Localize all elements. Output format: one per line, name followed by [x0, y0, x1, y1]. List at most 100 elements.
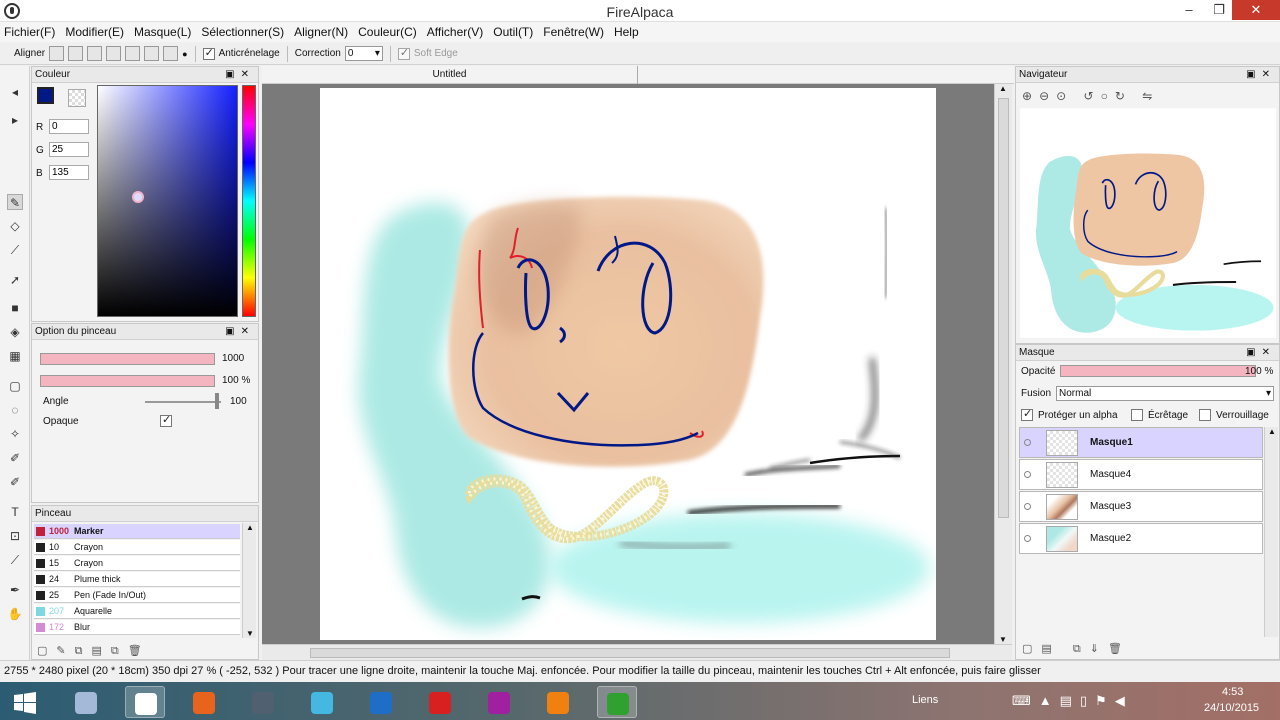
- visibility-eye-icon[interactable]: [1024, 535, 1031, 542]
- align-lines-icon[interactable]: [106, 46, 122, 61]
- menu-edit[interactable]: Modifier(E): [65, 25, 124, 39]
- canvas-area[interactable]: [262, 84, 994, 644]
- brush-list-scrollbar[interactable]: ▲ ▼: [242, 523, 256, 638]
- rotate-right-icon[interactable]: ↻: [1115, 89, 1132, 103]
- align-dots-icon[interactable]: [87, 46, 103, 61]
- lock-checkbox[interactable]: [1199, 409, 1211, 421]
- delete-layer-icon[interactable]: 🗑: [1108, 643, 1131, 655]
- brush-opacity-slider[interactable]: [40, 375, 215, 387]
- scroll-up-icon[interactable]: ▲: [246, 523, 254, 532]
- brush-item[interactable]: 24 Plume thick: [34, 572, 240, 587]
- new-brush-icon[interactable]: ▢: [37, 645, 56, 657]
- eraser-tool-icon[interactable]: ◇: [7, 218, 23, 234]
- b-input[interactable]: [49, 165, 89, 180]
- g-input[interactable]: [49, 142, 89, 157]
- foreground-color-swatch[interactable]: [37, 87, 54, 104]
- opaque-checkbox[interactable]: [160, 413, 172, 427]
- media-app-taskbar-button[interactable]: [420, 686, 460, 718]
- horizontal-scroll-thumb[interactable]: [310, 648, 950, 658]
- layer-opacity-value[interactable]: 100 %: [1245, 366, 1273, 377]
- tray-icons[interactable]: ⌨▲▤▯⚑◀: [1012, 693, 1133, 709]
- duplicate-layer-icon[interactable]: ⧉: [1073, 643, 1090, 655]
- skype-app-taskbar-button[interactable]: [302, 686, 342, 718]
- select-eraser-tool-icon[interactable]: ✐: [7, 474, 23, 490]
- minimize-button[interactable]: –: [1174, 0, 1204, 20]
- saturation-value-picker[interactable]: [97, 85, 238, 317]
- align-grid-icon[interactable]: [68, 46, 84, 61]
- brush-size-value[interactable]: 1000: [222, 353, 244, 364]
- menu-align[interactable]: Aligner(N): [294, 25, 348, 39]
- scroll-down-icon[interactable]: ▼: [999, 635, 1007, 644]
- brush-size-slider[interactable]: [40, 353, 215, 365]
- new-folder-icon[interactable]: ▤: [1041, 643, 1060, 655]
- bucket-tool-icon[interactable]: ◈: [7, 324, 23, 340]
- close-button[interactable]: ✕: [1232, 0, 1280, 20]
- canvas-horizontal-scrollbar[interactable]: [262, 644, 1012, 660]
- alpaca-app-taskbar-button[interactable]: [125, 686, 165, 718]
- duplicate-brush-icon[interactable]: ⧉: [75, 645, 92, 657]
- layer-row-masque1[interactable]: Masque1: [1019, 427, 1263, 458]
- brush-item[interactable]: 172 Blur: [34, 620, 240, 635]
- panel-float-close-icons[interactable]: ▣✕: [225, 67, 255, 83]
- zoom-in-icon[interactable]: ⊕: [1022, 89, 1039, 103]
- merge-down-icon[interactable]: ⇓: [1090, 643, 1108, 655]
- brush-item[interactable]: 1000 Marker: [34, 524, 240, 539]
- start-button[interactable]: [4, 686, 44, 718]
- brush-item[interactable]: 207 Aquarelle: [34, 604, 240, 619]
- antialias-checkbox[interactable]: [202, 46, 215, 60]
- move-tool-icon[interactable]: ➚: [7, 272, 23, 288]
- align-radial-icon[interactable]: [125, 46, 141, 61]
- align-none-icon[interactable]: [49, 46, 65, 61]
- layer-row-masque3[interactable]: Masque3: [1019, 491, 1263, 522]
- links-toolbar-label[interactable]: Liens: [912, 694, 938, 706]
- vlc-app-taskbar-button[interactable]: [538, 686, 578, 718]
- visibility-eye-icon[interactable]: [1024, 471, 1031, 478]
- pyramid-app-taskbar-button[interactable]: [66, 686, 106, 718]
- layer-opacity-slider[interactable]: [1060, 365, 1256, 377]
- frame-tool-icon[interactable]: ⊡: [7, 528, 23, 544]
- angle-value[interactable]: 100: [230, 396, 247, 407]
- import-brush-icon[interactable]: ⧉: [111, 645, 128, 657]
- brush-item[interactable]: 10 Crayon: [34, 540, 240, 555]
- clock-time[interactable]: 4:53: [1222, 686, 1243, 698]
- rotate-left-icon[interactable]: ↺: [1084, 89, 1101, 103]
- ie-app-taskbar-button[interactable]: [361, 686, 401, 718]
- menu-select[interactable]: Sélectionner(S): [201, 25, 284, 39]
- delete-brush-icon[interactable]: 🗑: [128, 645, 151, 657]
- select-pen-tool-icon[interactable]: ✐: [7, 450, 23, 466]
- menu-help[interactable]: Help: [614, 25, 639, 39]
- canvas-vertical-scrollbar[interactable]: ▲ ▼: [994, 84, 1012, 644]
- hand-tool-icon[interactable]: ✋: [7, 606, 23, 622]
- rotate-reset-icon[interactable]: ○: [1101, 89, 1115, 103]
- menu-color[interactable]: Couleur(C): [358, 25, 417, 39]
- gradient-tool-icon[interactable]: ▦: [7, 348, 23, 364]
- scroll-up-icon[interactable]: ▲: [1268, 427, 1276, 436]
- clipping-checkbox[interactable]: [1131, 409, 1143, 421]
- zoom-fit-icon[interactable]: ⊙: [1056, 89, 1073, 103]
- brush-item[interactable]: 15 Crayon: [34, 556, 240, 571]
- expand-right-icon[interactable]: ▸: [7, 112, 23, 128]
- eyedropper-tool-icon[interactable]: ⟋: [7, 552, 23, 568]
- lasso-tool-icon[interactable]: ◌: [7, 402, 23, 418]
- layer-list-scrollbar[interactable]: ▲: [1264, 427, 1278, 637]
- menu-file[interactable]: Fichier(F): [4, 25, 55, 39]
- panel-float-close-icons[interactable]: ▣✕: [1246, 345, 1276, 361]
- edit-brush-icon[interactable]: ✎: [56, 645, 74, 657]
- vertical-scroll-thumb[interactable]: [998, 98, 1009, 518]
- background-color-swatch[interactable]: [68, 89, 86, 107]
- blend-mode-dropdown[interactable]: Normal ▾: [1056, 386, 1274, 401]
- softedge-checkbox[interactable]: [397, 46, 410, 60]
- clock-date[interactable]: 24/10/2015: [1204, 702, 1259, 714]
- align-curve-icon[interactable]: [163, 46, 179, 61]
- select-tool-icon[interactable]: ▢: [7, 378, 23, 394]
- menu-tool[interactable]: Outil(T): [493, 25, 533, 39]
- align-concentric-icon[interactable]: [144, 46, 160, 61]
- dot-tool-icon[interactable]: ⟋: [7, 242, 23, 258]
- visibility-eye-icon[interactable]: [1024, 503, 1031, 510]
- angle-slider-knob[interactable]: [215, 393, 219, 409]
- scanner-app-taskbar-button[interactable]: [243, 686, 283, 718]
- magic-wand-tool-icon[interactable]: ✧: [7, 426, 23, 442]
- panel-float-close-icons[interactable]: ▣✕: [1246, 67, 1276, 83]
- text-tool-icon[interactable]: T: [7, 504, 23, 520]
- drawing-canvas[interactable]: [320, 88, 936, 640]
